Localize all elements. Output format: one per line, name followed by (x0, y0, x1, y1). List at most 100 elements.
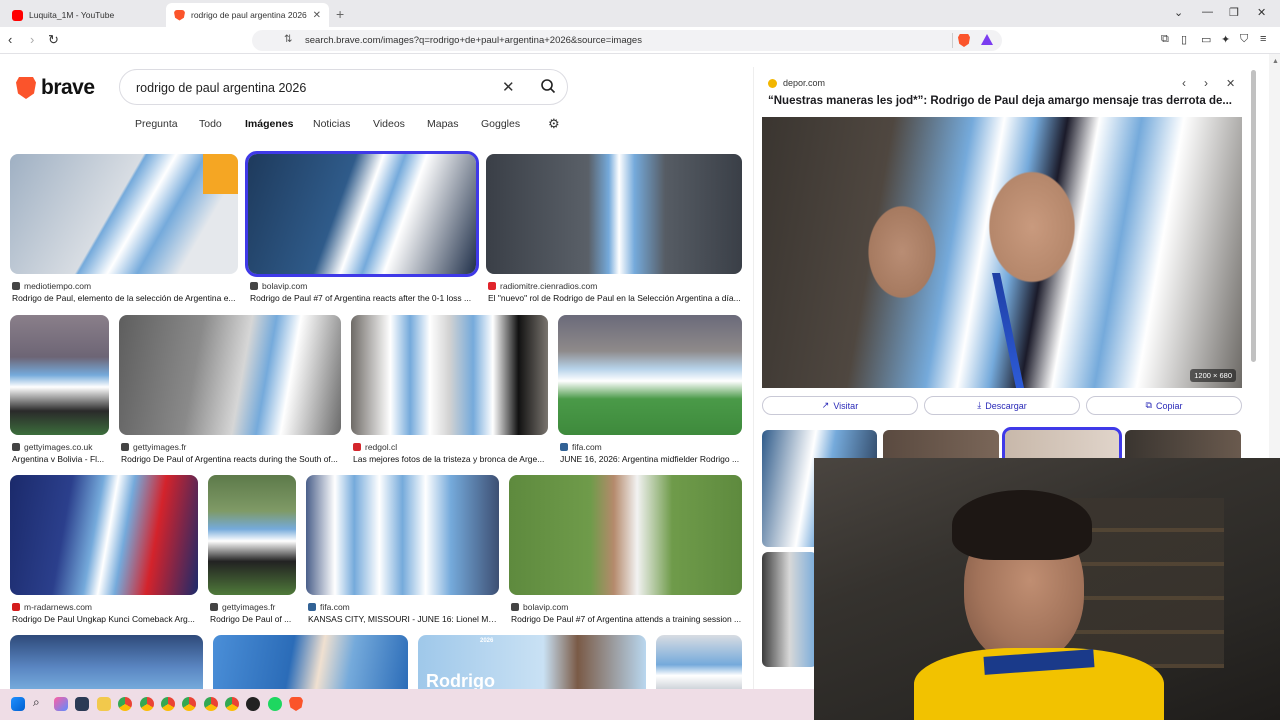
result-caption[interactable]: Rodrigo De Paul #7 of Argentina attends … (511, 614, 744, 624)
result-thumbnail[interactable] (10, 635, 203, 689)
image-result[interactable]: gettyimages.co.uk Argentina v Bolivia - … (10, 315, 109, 465)
chrome-icon[interactable] (140, 697, 154, 711)
spotify-icon[interactable] (268, 697, 282, 711)
result-thumbnail[interactable] (10, 475, 198, 595)
copilot-icon[interactable] (54, 697, 68, 711)
image-result[interactable]: redgol.cl Las mejores fotos de la triste… (351, 315, 548, 465)
task-view-icon[interactable] (75, 697, 89, 711)
result-thumbnail[interactable] (208, 475, 296, 595)
close-tab-icon[interactable]: ✕ (313, 10, 321, 21)
visit-button[interactable]: ↗ Visitar (762, 396, 918, 415)
tab-goggles[interactable]: Goggles (481, 118, 520, 130)
preview-image[interactable]: 1200 × 680 (762, 117, 1242, 388)
tab-brave-search[interactable]: rodrigo de paul argentina 2026 ✕ (166, 3, 329, 27)
related-image-selected[interactable] (1002, 427, 1122, 461)
result-thumbnail[interactable]: 2026 Rodrigo (418, 635, 646, 689)
related-image[interactable] (1125, 430, 1241, 458)
image-result[interactable] (213, 635, 408, 689)
image-result[interactable]: 2026 Rodrigo (418, 635, 646, 689)
brave-logo[interactable]: brave (16, 76, 95, 100)
result-thumbnail[interactable] (213, 635, 408, 689)
leo-ai-icon[interactable]: ✦ (1221, 33, 1230, 46)
brave-taskbar-icon[interactable] (289, 697, 303, 711)
result-thumbnail[interactable] (351, 315, 548, 435)
image-result[interactable]: radiomitre.cienradios.com El "nuevo" rol… (486, 154, 742, 304)
result-thumbnail[interactable] (486, 154, 742, 274)
search-icon[interactable] (540, 78, 556, 97)
tab-list-icon[interactable]: ⌄ (1174, 6, 1183, 19)
search-input[interactable]: rodrigo de paul argentina 2026 ✕ (119, 69, 568, 105)
result-thumbnail[interactable] (10, 315, 109, 435)
result-thumbnail[interactable] (245, 151, 479, 277)
image-result[interactable]: m-radarnews.com Rodrigo De Paul Ungkap K… (10, 475, 198, 625)
minimize-icon[interactable]: — (1202, 6, 1213, 18)
result-caption[interactable]: KANSAS CITY, MISSOURI - JUNE 16: Lionel … (308, 614, 501, 624)
result-thumbnail[interactable] (10, 154, 238, 274)
forward-icon[interactable]: › (30, 32, 34, 47)
result-thumbnail[interactable] (119, 315, 341, 435)
image-result-selected[interactable]: bolavip.com Rodrigo de Paul #7 of Argent… (245, 151, 479, 304)
result-thumbnail[interactable] (558, 315, 742, 435)
start-icon[interactable] (11, 697, 25, 711)
result-caption[interactable]: Las mejores fotos de la tristeza y bronc… (353, 454, 550, 464)
address-bar[interactable]: ⇅ search.brave.com/images?q=rodrigo+de+p… (252, 30, 1002, 51)
back-icon[interactable]: ‹ (8, 32, 12, 47)
reload-icon[interactable]: ↻ (48, 32, 59, 48)
image-result[interactable] (656, 635, 742, 689)
chrome-icon[interactable] (182, 697, 196, 711)
image-result[interactable]: mediotiempo.com Rodrigo de Paul, element… (10, 154, 238, 304)
image-result[interactable] (10, 635, 203, 689)
result-caption[interactable]: Rodrigo De Paul of ... (210, 614, 298, 624)
result-caption[interactable]: Rodrigo De Paul Ungkap Kunci Comeback Ar… (12, 614, 200, 624)
tab-videos[interactable]: Videos (373, 118, 405, 130)
image-result[interactable]: fifa.com KANSAS CITY, MISSOURI - JUNE 16… (306, 475, 501, 625)
result-caption[interactable]: El "nuevo" rol de Rodrigo de Paul en la … (488, 293, 744, 303)
result-caption[interactable]: Rodrigo De Paul of Argentina reacts duri… (121, 454, 343, 464)
brave-shields-icon[interactable] (958, 34, 970, 47)
clear-search-icon[interactable]: ✕ (502, 78, 515, 96)
menu-icon[interactable]: ≡ (1260, 33, 1266, 45)
chrome-icon[interactable] (225, 697, 239, 711)
file-explorer-icon[interactable] (97, 697, 111, 711)
scroll-up-icon[interactable]: ▲ (1272, 58, 1279, 65)
image-result[interactable]: gettyimages.fr Rodrigo De Paul of ... (208, 475, 296, 625)
chrome-icon[interactable] (204, 697, 218, 711)
close-preview-icon[interactable]: ✕ (1226, 77, 1235, 90)
result-caption[interactable]: Rodrigo de Paul, elemento de la selecció… (12, 293, 240, 303)
new-tab-icon[interactable]: + (336, 6, 344, 22)
obs-icon[interactable] (246, 697, 260, 711)
search-taskbar-icon[interactable]: ⌕ (33, 695, 47, 709)
result-caption[interactable]: Argentina v Bolivia - Fl... (12, 454, 110, 464)
tab-noticias[interactable]: Noticias (313, 118, 350, 130)
related-image[interactable] (883, 430, 999, 458)
vpn-icon[interactable]: ⛉ (1240, 33, 1248, 46)
next-result-icon[interactable]: › (1204, 76, 1208, 90)
result-caption[interactable]: JUNE 16, 2026: Argentina midfielder Rodr… (560, 454, 744, 464)
filters-icon[interactable]: ⚙ (548, 116, 560, 132)
image-result[interactable]: fifa.com JUNE 16, 2026: Argentina midfie… (558, 315, 742, 465)
tab-pregunta[interactable]: Pregunta (135, 118, 178, 130)
chrome-icon[interactable] (118, 697, 132, 711)
related-image[interactable] (762, 552, 817, 667)
chrome-icon[interactable] (161, 697, 175, 711)
image-result[interactable]: bolavip.com Rodrigo De Paul #7 of Argent… (509, 475, 742, 625)
download-button[interactable]: ⤓ Descargar (924, 396, 1080, 415)
preview-title[interactable]: “Nuestras maneras les jod*”: Rodrigo de … (768, 95, 1238, 107)
brave-rewards-icon[interactable] (981, 34, 993, 45)
result-thumbnail[interactable] (306, 475, 499, 595)
tab-youtube[interactable]: Luquita_1M - YouTube (4, 3, 164, 27)
panel-scrollbar-thumb[interactable] (1251, 70, 1256, 362)
tab-imagenes[interactable]: Imágenes (245, 118, 293, 130)
preview-source[interactable]: depor.com (768, 78, 825, 88)
restore-icon[interactable]: ❐ (1229, 6, 1239, 19)
prev-result-icon[interactable]: ‹ (1182, 76, 1186, 90)
sidebar-icon[interactable]: ▯ (1181, 33, 1187, 46)
close-window-icon[interactable]: ✕ (1257, 6, 1266, 19)
site-settings-icon[interactable]: ⇅ (284, 34, 292, 45)
result-thumbnail[interactable] (509, 475, 742, 595)
extensions-icon[interactable]: ⧉ (1161, 33, 1169, 46)
copy-button[interactable]: ⧉ Copiar (1086, 396, 1242, 415)
wallet-icon[interactable]: ▭ (1201, 33, 1211, 46)
result-thumbnail[interactable] (656, 635, 742, 689)
tab-mapas[interactable]: Mapas (427, 118, 459, 130)
